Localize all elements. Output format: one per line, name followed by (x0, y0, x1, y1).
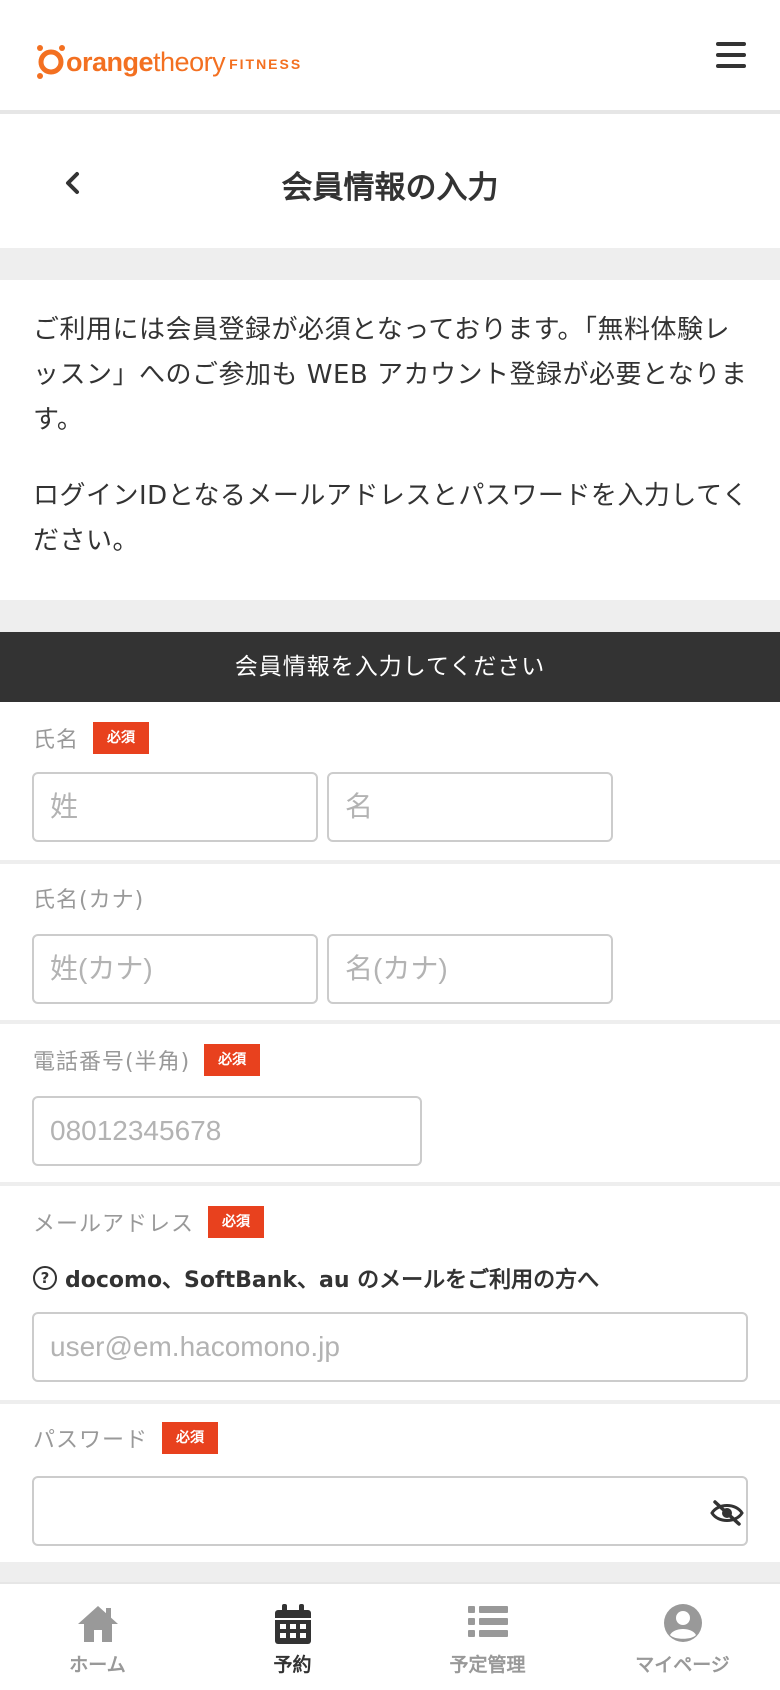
password-field-group: パスワード 必須 (0, 1404, 780, 1562)
tab-schedule-label: 予定管理 (449, 1654, 526, 1676)
required-badge: 必須 (208, 1206, 265, 1238)
page-title: 会員情報の入力 (281, 170, 499, 206)
carrier-mail-help-text: docomo、SoftBank、au のメールをご利用の方へ (65, 1268, 600, 1293)
tab-reservation[interactable]: 予約 (195, 1584, 390, 1690)
logo-fitness-text: FITNESS (229, 56, 303, 72)
bottom-tab-bar: ホーム 予約 予定管理 マイページ (0, 1582, 780, 1690)
intro-paragraph-2: ログインIDとなるメールアドレスとパスワードを入力してください。 (33, 481, 749, 556)
password-label: パスワード (33, 1428, 149, 1453)
logo-wordmark: orangetheory (66, 46, 226, 77)
intro-paragraph-1: ご利用には会員登録が必須となっております。「無料体験レッスン」へのご参加も WE… (33, 315, 748, 435)
required-badge: 必須 (93, 722, 150, 754)
calendar-icon (274, 1604, 311, 1644)
phone-label: 電話番号(半角) (33, 1050, 191, 1075)
logo-mark-icon (37, 45, 65, 79)
password-input[interactable] (32, 1476, 748, 1546)
section-gap (0, 1562, 780, 1582)
name-label: 氏名 (33, 728, 80, 753)
email-input[interactable]: user@em.hacomono.jp (32, 1312, 748, 1382)
phone-field-group: 電話番号(半角) 必須 08012345678 (0, 1024, 780, 1182)
email-label: メールアドレス (33, 1212, 195, 1237)
page-titlebar: 会員情報の入力 (0, 118, 780, 248)
eye-slash-icon[interactable] (710, 1500, 744, 1526)
hamburger-menu-icon[interactable] (716, 42, 746, 70)
section-gap (0, 248, 780, 280)
form-section-header: 会員情報を入力してください (0, 632, 780, 702)
tab-mypage-label: マイページ (635, 1654, 730, 1676)
tab-home[interactable]: ホーム (0, 1584, 195, 1690)
orangetheory-logo[interactable]: orangetheory FITNESS (36, 34, 302, 90)
first-name-input[interactable]: 名 (327, 772, 613, 842)
tab-mypage[interactable]: マイページ (585, 1584, 780, 1690)
section-gap (0, 600, 780, 632)
app-header: orangetheory FITNESS (0, 0, 780, 114)
intro-text-block: ご利用には会員登録が必須となっております。「無料体験レッスン」へのご参加も WE… (0, 280, 780, 600)
user-circle-icon (663, 1604, 702, 1642)
first-name-kana-input[interactable]: 名(カナ) (327, 934, 613, 1004)
name-field-group: 氏名 必須 姓 名 (0, 702, 780, 860)
name-kana-label: 氏名(カナ) (33, 888, 145, 913)
home-icon (77, 1606, 118, 1642)
tab-reservation-label: 予約 (273, 1654, 312, 1676)
required-badge: 必須 (204, 1044, 261, 1076)
tab-home-label: ホーム (69, 1654, 126, 1676)
question-circle-icon: ? (33, 1266, 57, 1290)
name-kana-field-group: 氏名(カナ) 姓(カナ) 名(カナ) (0, 864, 780, 1020)
list-icon (467, 1606, 508, 1637)
last-name-kana-input[interactable]: 姓(カナ) (32, 934, 318, 1004)
tab-schedule[interactable]: 予定管理 (390, 1584, 585, 1690)
phone-input[interactable]: 08012345678 (32, 1096, 422, 1166)
carrier-mail-help-link[interactable]: ? docomo、SoftBank、au のメールをご利用の方へ (33, 1262, 599, 1294)
last-name-input[interactable]: 姓 (32, 772, 318, 842)
required-badge: 必須 (162, 1422, 219, 1454)
email-field-group: メールアドレス 必須 user@em.hacomono.jp (0, 1186, 780, 1402)
